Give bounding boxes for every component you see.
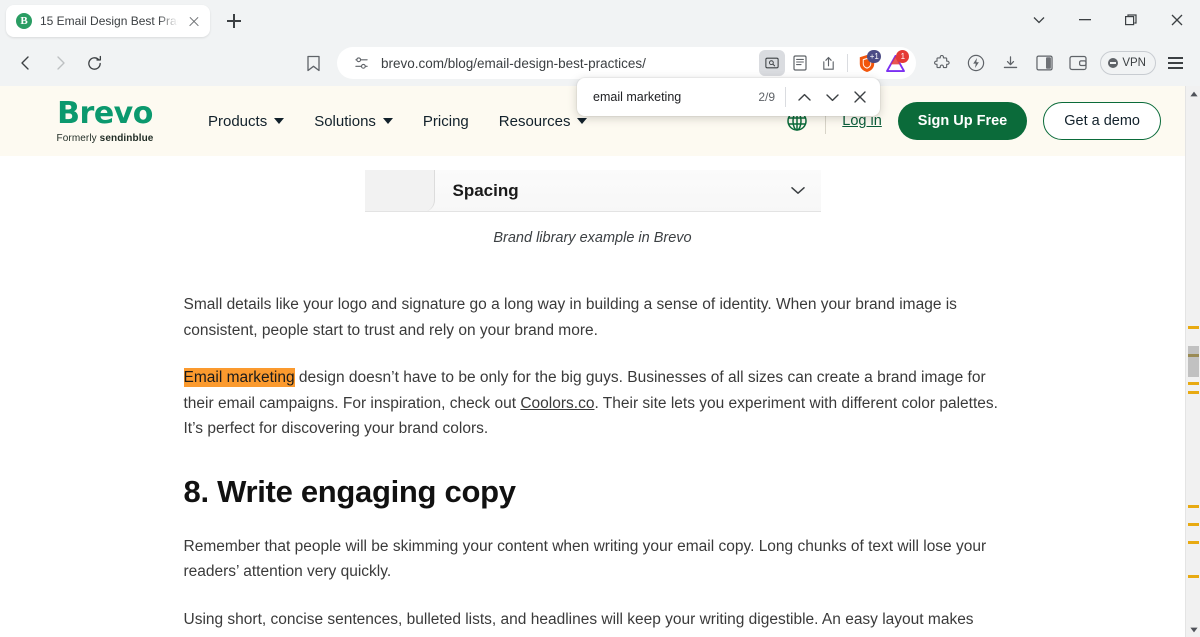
scrollbar-find-mark [1188,541,1199,544]
extension-badge: 1 [896,50,909,63]
find-divider [785,87,786,107]
nav-item-pricing[interactable]: Pricing [423,113,469,130]
article-text: Small details like your logo and signatu… [184,246,1002,637]
scrollbar-find-mark [1188,354,1199,357]
nav-label: Pricing [423,113,469,130]
scroll-up-icon[interactable] [1186,86,1200,101]
logo-tagline-prefix: Formerly [57,133,97,144]
nav-label: Products [208,113,267,130]
find-highlight-active: Email marketing [184,368,295,387]
nav-item-products[interactable]: Products [208,113,284,130]
reader-mode-icon[interactable] [787,50,813,76]
window-controls [1016,0,1200,40]
page-scrollbar[interactable] [1185,86,1200,637]
brave-shields-icon[interactable]: +1 [854,50,880,76]
tab-search-icon[interactable] [1016,3,1062,37]
address-bar[interactable]: brevo.com/blog/email-design-best-practic… [337,47,916,79]
back-icon[interactable] [10,47,42,79]
scrollbar-find-mark [1188,523,1199,526]
chevron-down-icon [791,182,805,200]
close-icon[interactable] [1154,3,1200,37]
omnibox-actions: +1 1 [759,50,908,76]
find-close-icon[interactable] [846,83,874,111]
site-settings-icon[interactable] [351,53,371,73]
vpn-status-icon [1108,58,1118,68]
find-in-page-icon[interactable] [759,50,785,76]
find-match-count: 2/9 [758,90,775,104]
nav-item-solutions[interactable]: Solutions [314,113,393,130]
vpn-label: VPN [1122,57,1146,69]
paragraph-2: Email marketing design doesn’t have to b… [184,365,1002,442]
coolors-link[interactable]: Coolors.co [520,395,594,412]
new-tab-button[interactable] [220,7,248,35]
downloads-icon[interactable] [994,47,1026,79]
browser-menu-icon[interactable] [1160,48,1190,78]
paragraph-3: Remember that people will be skimming yo… [184,534,1002,585]
vpn-button[interactable]: VPN [1100,51,1156,75]
tab-title: 15 Email Design Best Practices f [40,14,178,28]
find-bar: email marketing 2/9 [577,78,880,116]
logo-wordmark: Brevo [57,99,153,129]
forward-icon[interactable] [44,47,76,79]
figure-swatch [365,170,435,212]
scroll-down-icon[interactable] [1186,622,1200,637]
scrollbar-find-mark [1188,575,1199,578]
site-nav: Products Solutions Pricing Resources [208,113,587,130]
scrollbar-find-mark [1188,505,1199,508]
figure-panel-label: Spacing [453,181,519,201]
nav-label: Resources [499,113,571,130]
get-a-demo-button[interactable]: Get a demo [1043,102,1161,140]
logo-tagline-brand: sendinblue [100,133,154,144]
article-body: Spacing Brand library example in Brevo S… [0,156,1185,637]
nav-label: Solutions [314,113,376,130]
figure-caption: Brand library example in Brevo [365,230,821,246]
web-page: Brevo Formerly sendinblue Products Solut… [0,86,1185,637]
brave-leo-icon[interactable] [960,47,992,79]
chevron-down-icon [383,118,393,124]
scrollbar-thumb[interactable] [1188,346,1199,377]
brevo-logo[interactable]: Brevo Formerly sendinblue [40,99,170,144]
paragraph-1: Small details like your logo and signatu… [184,292,1002,343]
page-viewport: Brevo Formerly sendinblue Products Solut… [0,86,1200,637]
share-icon[interactable] [815,50,841,76]
tab-favicon: B [16,13,32,29]
reload-icon[interactable] [78,47,110,79]
brave-wallet-icon[interactable] [1062,47,1094,79]
scrollbar-find-mark [1188,382,1199,385]
bookmark-icon[interactable] [297,47,329,79]
tab-strip: B 15 Email Design Best Practices f [0,0,1200,40]
signup-free-button[interactable]: Sign Up Free [898,102,1027,140]
scrollbar-find-mark [1188,391,1199,394]
paragraph-4: Using short, concise sentences, bulleted… [184,607,1002,637]
section-heading: 8. Write engaging copy [184,474,1002,510]
browser-tab[interactable]: B 15 Email Design Best Practices f [6,5,210,37]
figure-image: Spacing [365,170,821,212]
address-bar-url: brevo.com/blog/email-design-best-practic… [381,56,749,71]
restore-icon[interactable] [1108,3,1154,37]
minimize-icon[interactable] [1062,3,1108,37]
find-input[interactable]: email marketing [593,90,758,104]
shields-badge: +1 [867,50,881,63]
nav-item-resources[interactable]: Resources [499,113,588,130]
extensions-puzzle-icon[interactable] [926,47,958,79]
find-next-icon[interactable] [818,83,846,111]
extension-icon[interactable]: 1 [882,50,908,76]
find-previous-icon[interactable] [790,83,818,111]
figure-brand-library: Spacing Brand library example in Brevo [365,156,821,246]
logo-tagline: Formerly sendinblue [57,133,154,144]
omnibox-divider [847,54,848,72]
chevron-down-icon [577,118,587,124]
browser-window: B 15 Email Design Best Practices f [0,0,1200,637]
tab-close-icon[interactable] [186,13,202,29]
scrollbar-find-mark [1188,326,1199,329]
chevron-down-icon [274,118,284,124]
sidebar-toggle-icon[interactable] [1028,47,1060,79]
